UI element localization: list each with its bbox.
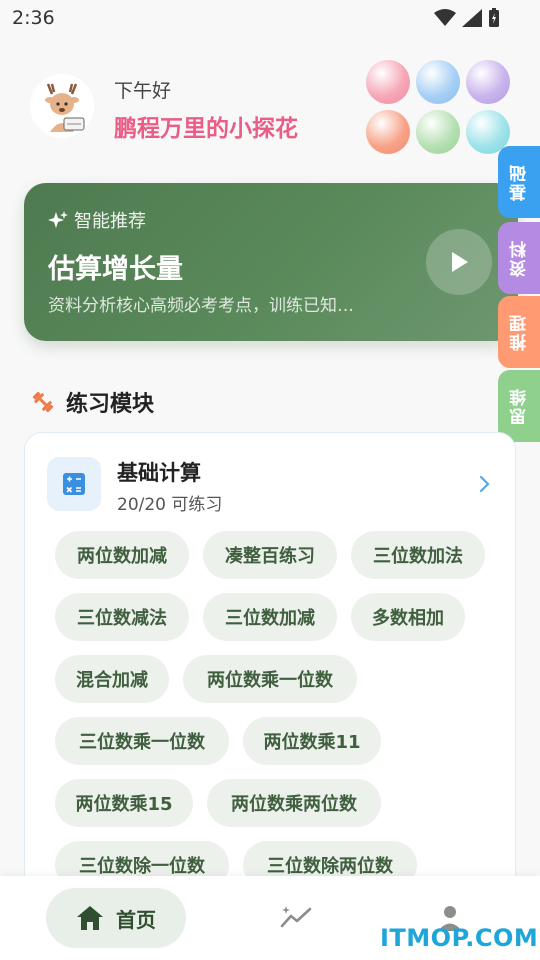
practice-chip[interactable]: 三位数乘一位数 [55, 717, 229, 765]
greeting-text: 下午好 [114, 80, 172, 102]
nav-home[interactable]: 首页 [46, 888, 186, 948]
cellular-signal-icon [462, 9, 482, 27]
color-bubbles [364, 58, 514, 158]
battery-icon [489, 8, 499, 27]
wifi-icon [434, 9, 456, 26]
module-title: 基础计算 [117, 461, 201, 485]
module-icon [47, 457, 101, 511]
bubble-blue [416, 60, 460, 104]
nav-stats[interactable] [280, 904, 314, 934]
bubble-purple [466, 60, 510, 104]
play-icon [452, 252, 468, 272]
bubble-pink [366, 60, 410, 104]
module-card-basic-calc: 基础计算 20/20 可练习 两位数加减 凑整百练习 三位数加法 三位数减法 三… [24, 432, 516, 952]
practice-chip[interactable]: 两位数乘一位数 [183, 655, 357, 703]
side-tab-data[interactable]: 资料 [498, 222, 540, 294]
dumbbell-icon [32, 391, 54, 413]
deer-mascot-icon [30, 74, 94, 138]
practice-chip[interactable]: 混合加减 [55, 655, 169, 703]
practice-chip[interactable]: 凑整百练习 [203, 531, 337, 579]
practice-chip[interactable]: 两位数乘两位数 [207, 779, 381, 827]
recommend-description: 资料分析核心高频必考考点，训练已知… [48, 296, 354, 316]
practice-chip[interactable]: 两位数加减 [55, 531, 189, 579]
section-header: 练习模块 [30, 386, 154, 418]
app-screen: 2:36 下午好 鹏程万里的小探花 智能推荐 估算增长量 资料分析核心高频必考考… [0, 0, 540, 960]
side-tab-thinking[interactable]: 思维 [498, 370, 540, 442]
trend-sparkle-icon [280, 906, 312, 928]
recommend-tag: 智能推荐 [48, 207, 146, 233]
side-tab-label: 思维 [509, 387, 530, 425]
status-icons [434, 8, 500, 28]
module-subtitle: 20/20 可练习 [117, 495, 223, 515]
play-button[interactable] [426, 229, 492, 295]
side-tab-label: 推理 [509, 313, 530, 351]
recommend-title: 估算增长量 [48, 254, 183, 285]
username: 鹏程万里的小探花 [114, 116, 298, 142]
recommend-card[interactable]: 智能推荐 估算增长量 资料分析核心高频必考考点，训练已知… [24, 183, 518, 341]
practice-chip[interactable]: 多数相加 [351, 593, 465, 641]
bubble-orange [366, 110, 410, 154]
practice-chip[interactable]: 三位数加减 [203, 593, 337, 641]
status-bar: 2:36 [0, 0, 540, 38]
calculator-icon [63, 473, 85, 495]
nav-home-label: 首页 [116, 907, 156, 932]
section-title: 练习模块 [66, 392, 155, 417]
avatar[interactable] [30, 74, 94, 138]
bubble-green [416, 110, 460, 154]
practice-chip[interactable]: 两位数乘11 [243, 717, 381, 765]
side-tab-reasoning[interactable]: 推理 [498, 296, 540, 368]
practice-chip[interactable]: 三位数加法 [351, 531, 485, 579]
watermark: ITMOP.COM [380, 924, 539, 952]
chevron-right-icon[interactable] [479, 475, 491, 497]
side-tab-basic[interactable]: 基础 [498, 146, 540, 218]
side-tab-label: 基础 [509, 163, 530, 201]
recommend-tag-label: 智能推荐 [74, 211, 146, 232]
home-icon [77, 906, 103, 930]
practice-chip[interactable]: 三位数减法 [55, 593, 189, 641]
sparkle-icon [48, 211, 68, 228]
status-time: 2:36 [12, 7, 55, 29]
side-tab-label: 资料 [509, 239, 530, 277]
practice-chip[interactable]: 两位数乘15 [55, 779, 193, 827]
